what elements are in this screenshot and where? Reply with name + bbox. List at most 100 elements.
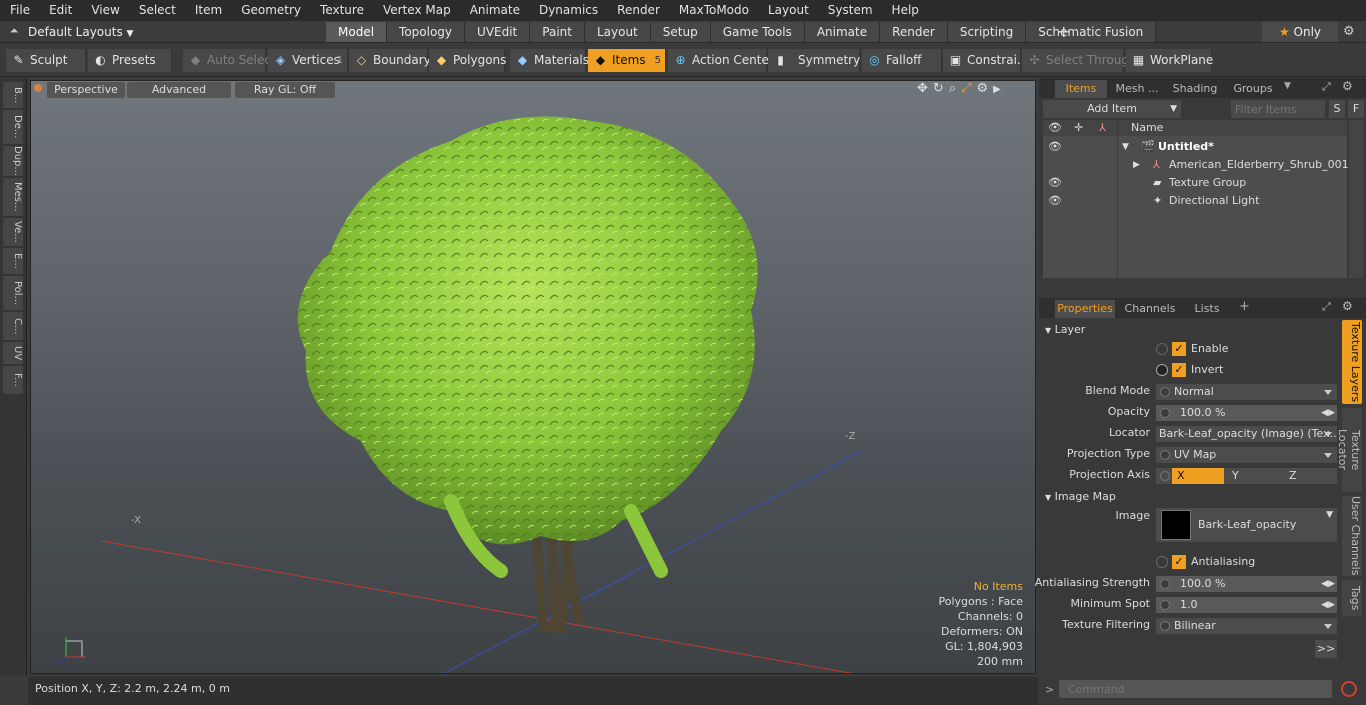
image-select[interactable]: Bark-Leaf_opacity ▼ (1156, 508, 1337, 542)
tab-mode[interactable]: Animate (804, 22, 881, 42)
filter-items-input[interactable] (1231, 100, 1325, 118)
opacity-field[interactable]: 100.0 % ◀▶ (1156, 405, 1337, 421)
left-tool-tab[interactable]: Dup... (3, 146, 23, 176)
tab-mode[interactable]: Layout (584, 22, 651, 42)
polygons-button[interactable]: ◆ Polygons (429, 49, 506, 72)
tab-groups[interactable]: Groups (1227, 80, 1279, 98)
layout-icon[interactable]: ⏶ (7, 24, 21, 38)
blend-mode-select[interactable]: Normal (1156, 384, 1337, 400)
left-tool-tab[interactable]: Ve... (3, 218, 23, 246)
slider-arrows-icon[interactable]: ◀▶ (1321, 405, 1335, 421)
menu-item[interactable]: Texture (310, 0, 373, 21)
tree-row[interactable]: ▶ ⅄ American_Elderberry_Shrub_001 (1043, 156, 1349, 174)
add-item-button[interactable]: Add Item ▼ (1043, 100, 1181, 118)
tree-row[interactable]: 👁 ✦ Directional Light (1043, 192, 1347, 210)
tree-scrollbar[interactable] (1349, 120, 1363, 278)
vertices-button[interactable]: ◈ Vertices 1 (268, 49, 348, 72)
menu-item[interactable]: Item (185, 0, 231, 21)
menu-item[interactable]: Dynamics (529, 0, 607, 21)
menu-item[interactable]: System (818, 0, 882, 21)
constraints-button[interactable]: ▣ Constrai... (943, 49, 1028, 72)
antialiasing-radio[interactable] (1156, 556, 1168, 568)
more-button[interactable]: >> (1315, 640, 1337, 658)
falloff-button[interactable]: ◎ Falloff (862, 49, 942, 72)
axis-x-button[interactable]: X (1172, 468, 1224, 484)
tab-channels[interactable]: Channels (1119, 300, 1181, 318)
tab-texture-locator[interactable]: Texture Locator (1336, 408, 1362, 492)
tab-mode[interactable]: Model (326, 22, 388, 42)
menu-item[interactable]: Select (129, 0, 185, 21)
boundary-button[interactable]: ◇ Boundary (349, 49, 431, 72)
eye-icon[interactable]: 👁 (1048, 192, 1062, 210)
menu-item[interactable]: File (0, 0, 39, 21)
workplane-button[interactable]: ▦ WorkPlane (1126, 49, 1213, 72)
command-input[interactable] (1059, 680, 1332, 698)
aa-strength-field[interactable]: 100.0 % ◀▶ (1156, 576, 1337, 592)
3d-viewport[interactable]: Perspective Advanced Ray GL: Off ✥↻⌕⤢⚙▶ (30, 80, 1036, 674)
materials-button[interactable]: ◆ Materials (510, 49, 589, 72)
left-tool-tab[interactable]: F... (3, 366, 23, 394)
tab-shading[interactable]: Shading (1167, 80, 1223, 98)
properties-gear-icon[interactable]: ⚙ (1342, 299, 1353, 313)
menu-item[interactable]: Layout (758, 0, 818, 21)
tex-filter-select[interactable]: Bilinear (1156, 618, 1337, 634)
menu-item[interactable]: Geometry (231, 0, 310, 21)
tab-items[interactable]: Items (1055, 80, 1107, 98)
image-map-section[interactable]: ▼ Image Map (1045, 489, 1116, 505)
eye-icon[interactable]: 👁 (1048, 138, 1062, 156)
left-tool-tab[interactable]: E... (3, 248, 23, 274)
settings-gear-icon[interactable]: ⚙ (1343, 21, 1355, 43)
tab-mode[interactable]: Setup (650, 22, 711, 42)
tab-lists[interactable]: Lists (1185, 300, 1229, 318)
left-tool-tab[interactable]: UV (3, 342, 23, 364)
left-tool-tab[interactable]: B... (3, 82, 23, 108)
menu-item[interactable]: Edit (39, 0, 81, 21)
sculpt-button[interactable]: ✎ Sculpt (6, 49, 86, 72)
add-tab-icon[interactable]: + (1057, 21, 1071, 43)
tab-texture-layers[interactable]: Texture Layers (1342, 320, 1362, 404)
record-icon[interactable] (1341, 681, 1357, 697)
axis-y-button[interactable]: Y (1230, 468, 1282, 484)
tab-mode[interactable]: Scripting (947, 22, 1027, 42)
left-tool-tab[interactable]: Mes... (3, 178, 23, 216)
axis-z-button[interactable]: Z (1287, 468, 1337, 484)
expand-icon[interactable]: ⤢ (1322, 300, 1331, 314)
menu-item[interactable]: Render (607, 0, 669, 21)
menu-item[interactable]: Animate (460, 0, 529, 21)
expand-arrow-icon[interactable]: ▼ (1122, 138, 1129, 156)
invert-radio[interactable] (1156, 364, 1168, 376)
tab-mode[interactable]: Schematic Fusion (1026, 22, 1157, 42)
action-center-button[interactable]: ⊕ Action Center (668, 49, 774, 72)
eye-icon[interactable]: 👁 (1048, 174, 1062, 192)
tab-user-channels[interactable]: User Channels (1342, 496, 1362, 576)
tab-mode[interactable]: Paint (530, 22, 585, 42)
left-tool-tab[interactable]: C... (3, 312, 23, 340)
left-tool-tab[interactable]: Pol... (3, 276, 23, 310)
items-gear-icon[interactable]: ⚙ (1342, 79, 1353, 93)
menu-item[interactable]: Vertex Map (373, 0, 460, 21)
tab-mode[interactable]: Topology (387, 22, 466, 42)
antialiasing-checkbox[interactable]: ✓ (1172, 555, 1186, 569)
items-button[interactable]: ◆ Items 5 (588, 49, 666, 72)
expand-icon[interactable]: ⤢ (1322, 80, 1331, 94)
min-spot-field[interactable]: 1.0 ◀▶ (1156, 597, 1337, 613)
only-toggle[interactable]: ★ Only (1262, 22, 1338, 42)
layouts-dropdown[interactable]: Default Layouts ▼ (28, 21, 133, 43)
tab-mode[interactable]: Render (880, 22, 948, 42)
s-button[interactable]: S (1329, 100, 1345, 118)
tab-mesh-[interactable]: Mesh ... (1111, 80, 1163, 98)
invert-checkbox[interactable]: ✓ (1172, 363, 1186, 377)
enable-checkbox[interactable]: ✓ (1172, 342, 1186, 356)
tab-mode[interactable]: UVEdit (465, 22, 531, 42)
menu-item[interactable]: Help (882, 0, 928, 21)
presets-button[interactable]: ◐ Presets (88, 49, 172, 72)
layer-section[interactable]: ▼ Layer (1045, 322, 1085, 338)
projection-type-select[interactable]: UV Map (1156, 447, 1337, 463)
menu-item[interactable]: MaxToModo (669, 0, 758, 21)
enable-radio[interactable] (1156, 343, 1168, 355)
tab-tags[interactable]: Tags (1342, 580, 1362, 616)
expand-arrow-icon[interactable]: ▶ (1133, 156, 1140, 174)
menu-item[interactable]: View (81, 0, 128, 21)
symmetry-button[interactable]: ▮ Symmetry (768, 49, 860, 72)
tab-mode[interactable]: Game Tools (710, 22, 805, 42)
